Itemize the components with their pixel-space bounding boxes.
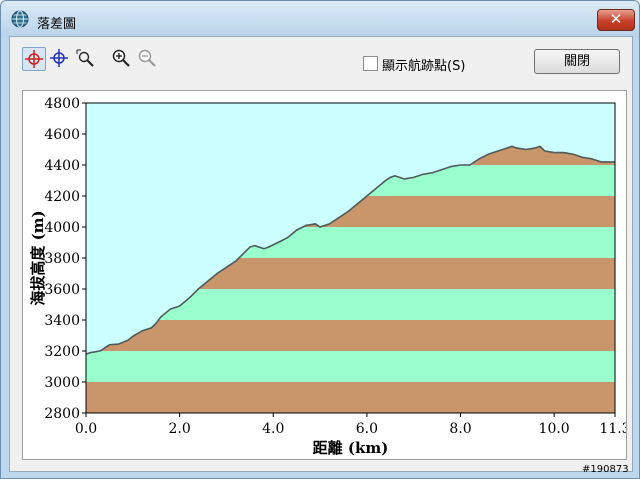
elevation-band [86,351,615,382]
elevation-band [86,320,615,351]
window-title: 落差圖 [37,17,77,32]
zoom-box-icon [76,49,94,67]
x-tick-label: 11.3 [599,421,626,437]
watermark: #190873 [582,464,629,475]
y-tick-label: 4000 [44,220,80,236]
x-tick-label: 8.0 [449,421,471,437]
zoom-in-icon [112,49,130,67]
x-axis-label: 距離 (km) [313,439,389,457]
x-tick-label: 2.0 [168,421,190,437]
y-axis-label: 海拔高度 (m) [29,210,47,305]
dialog-window: 落差圖 ✕ 顯示航跡點(S) 關閉 2800 3000 3200 3400 36… [0,0,640,479]
x-tick-label: 10.0 [539,421,570,437]
y-tick-label: 3400 [44,313,80,329]
y-tick-label: 3200 [44,344,80,360]
elevation-chart: 2800 3000 3200 3400 3600 3800 4000 4200 4400 4600… [22,90,631,460]
x-tick-label: 0.0 [75,421,97,437]
close-button[interactable]: 關閉 [534,49,620,74]
zoom-out-tool[interactable] [136,47,158,69]
y-tick-label: 3000 [44,375,80,391]
crosshair-blue-tool[interactable] [48,47,70,69]
zoom-box-tool[interactable] [74,47,96,69]
zoom-in-tool[interactable] [110,47,132,69]
y-tick-label: 4200 [44,189,80,205]
y-tick-label: 4600 [44,127,80,143]
y-tick-label: 3600 [44,282,80,298]
y-tick-label: 3800 [44,251,80,267]
show-waypoints-checkbox[interactable] [363,56,378,71]
x-tick-label: 6.0 [356,421,378,437]
zoom-out-icon [138,49,156,67]
y-tick-label: 4400 [44,158,80,174]
window-close-button[interactable]: ✕ [597,9,635,31]
y-tick-label: 4800 [44,96,80,112]
elevation-band [86,382,615,413]
x-tick-label: 4.0 [262,421,284,437]
crosshair-red-icon [25,50,43,68]
globe-icon [11,10,29,28]
crosshair-red-tool[interactable] [22,47,46,71]
dialog-body: 顯示航跡點(S) 關閉 2800 3000 3200 3400 3600 3800 4000… [9,36,633,472]
y-tick-label: 2800 [44,406,80,422]
elevation-profile-svg: 2800 3000 3200 3400 3600 3800 4000 4200 4400 4600… [29,96,631,457]
crosshair-blue-icon [50,49,68,67]
title-bar[interactable]: 落差圖 ✕ [1,1,639,37]
show-waypoints-label[interactable]: 顯示航跡點(S) [382,55,465,74]
